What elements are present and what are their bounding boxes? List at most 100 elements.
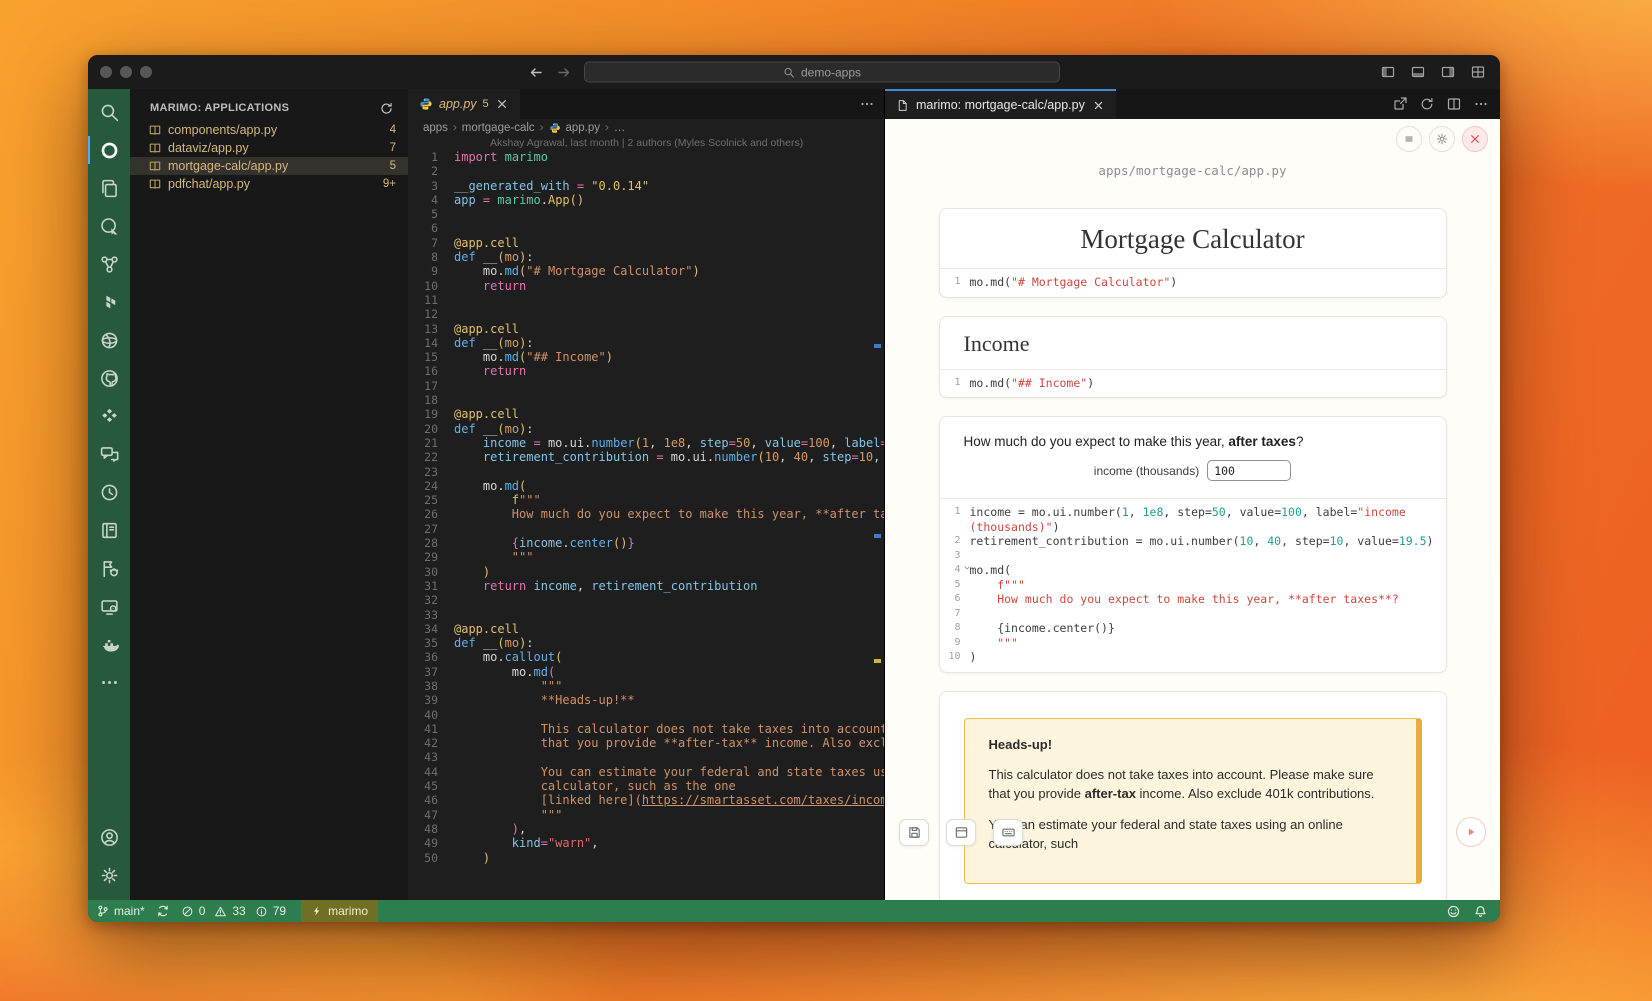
preview-group: marimo: mortgage-calc/app.py [885, 89, 1500, 900]
marimo-ring-icon[interactable] [88, 131, 130, 169]
breadcrumb-separator: › [605, 122, 609, 134]
sync-status[interactable] [156, 904, 170, 918]
problems-status[interactable]: 0 33 79 [181, 904, 290, 918]
notifications-bell-icon[interactable] [1473, 904, 1488, 919]
close-icon[interactable] [1092, 99, 1105, 112]
play-icon [1464, 825, 1478, 839]
sidebar-item-pdfchat-app-py[interactable]: pdfchat/app.py9+ [130, 175, 408, 193]
cell-code[interactable]: 1mo.md("## Income") [940, 369, 1446, 398]
close-window-button[interactable] [100, 66, 112, 78]
forward-arrow-icon[interactable] [556, 64, 572, 80]
code-line: 44 You can estimate your federal and sta… [408, 765, 884, 779]
remote-monitor-icon[interactable] [88, 587, 130, 625]
preview-actions [1392, 89, 1489, 119]
refresh-icon[interactable] [379, 101, 394, 116]
diamonds-icon[interactable] [88, 397, 130, 435]
code-line: 27 [408, 522, 884, 536]
terraform-icon[interactable] [88, 283, 130, 321]
notebook-file-icon [148, 123, 162, 137]
cell-callout: Heads-up! This calculator does not take … [939, 691, 1447, 901]
more-actions-icon[interactable] [859, 96, 875, 112]
sidebar-list: components/app.py4dataviz/app.py7mortgag… [130, 121, 408, 193]
hamburger-menu-icon [1402, 132, 1416, 146]
tab-app-py[interactable]: app.py 5 [408, 89, 520, 119]
run-button[interactable] [1456, 817, 1486, 847]
toggle-sidebar-icon[interactable] [1380, 64, 1396, 80]
org-chart-icon[interactable] [88, 245, 130, 283]
cell-code[interactable]: 1mo.md("# Mortgage Calculator") [940, 268, 1446, 297]
github-icon[interactable] [88, 359, 130, 397]
toggle-panel-icon[interactable] [1410, 64, 1426, 80]
git-branch-status[interactable]: main* [96, 904, 145, 918]
sidebar-item-label: components/app.py [168, 123, 277, 137]
income-number-input[interactable] [1207, 460, 1291, 481]
keyboard-shortcuts-button[interactable] [993, 819, 1023, 846]
menu-button[interactable] [1396, 126, 1422, 152]
search-icon[interactable] [88, 93, 130, 131]
zoom-window-button[interactable] [140, 66, 152, 78]
code-line: 21 income = mo.ui.number(1, 1e8, step=50… [408, 436, 884, 450]
preview-code-line: 1mo.md("## Income") [940, 376, 1434, 391]
breadcrumb-folder[interactable]: mortgage-calc [462, 122, 535, 134]
breadcrumb-apps[interactable]: apps [423, 122, 448, 134]
open-external-icon[interactable] [1392, 96, 1408, 112]
feedback-smiley-icon[interactable] [1446, 904, 1461, 919]
breadcrumb[interactable]: apps › mortgage-calc › app.py › … [408, 119, 884, 136]
customize-layout-icon[interactable] [1470, 64, 1486, 80]
shutdown-button[interactable] [1462, 126, 1488, 152]
marimo-status-chip[interactable]: marimo [301, 900, 378, 922]
income-field-label: income (thousands) [1094, 464, 1199, 478]
code-line: 41 This calculator does not take taxes i… [408, 722, 884, 736]
breadcrumb-symbol[interactable]: … [614, 122, 626, 134]
refresh-icon[interactable] [1419, 96, 1435, 112]
panel-layout-button[interactable] [946, 819, 976, 846]
preview-code-line: 2retirement_contribution = mo.ui.number(… [940, 534, 1434, 549]
copy-files-icon[interactable] [88, 169, 130, 207]
toggle-secondary-sidebar-icon[interactable] [1440, 64, 1456, 80]
code-line: 33 [408, 608, 884, 622]
settings-button[interactable] [1429, 126, 1455, 152]
tab-marimo-preview[interactable]: marimo: mortgage-calc/app.py [885, 89, 1116, 119]
gear-icon[interactable] [88, 856, 130, 894]
docker-icon[interactable] [88, 625, 130, 663]
sidebar-item-components-app-py[interactable]: components/app.py4 [130, 121, 408, 139]
preview-header-buttons [1396, 126, 1488, 152]
comments-icon[interactable] [88, 435, 130, 473]
callout-title: Heads-up! [989, 736, 1392, 755]
more-actions-icon[interactable] [1473, 96, 1489, 112]
warning-icon [214, 905, 227, 918]
notebook-icon[interactable] [88, 511, 130, 549]
code-line: 3__generated_with = "0.0.14" [408, 179, 884, 193]
clock-circle-icon[interactable] [88, 473, 130, 511]
branch-name: main* [114, 904, 145, 918]
code-line: 14def __(mo): [408, 336, 884, 350]
code-line: 31 return income, retirement_contributio… [408, 579, 884, 593]
sidebar-item-dataviz-app-py[interactable]: dataviz/app.py7 [130, 139, 408, 157]
app-file-path: apps/mortgage-calc/app.py [885, 163, 1500, 178]
code-line: 2 [408, 164, 884, 178]
breadcrumb-file[interactable]: app.py [566, 122, 601, 134]
overview-ruler-mark [874, 534, 881, 538]
code-editor[interactable]: 1import marimo23__generated_with = "0.0.… [408, 149, 884, 900]
account-icon[interactable] [88, 818, 130, 856]
more-h-icon[interactable] [88, 663, 130, 701]
sidebar-item-mortgage-calc-app-py[interactable]: mortgage-calc/app.py5 [130, 157, 408, 175]
back-arrow-icon[interactable] [528, 64, 544, 80]
test-flag-icon[interactable] [88, 549, 130, 587]
sidebar-item-label: pdfchat/app.py [168, 177, 250, 191]
cell-code[interactable]: 1income = mo.ui.number(1, 1e8, step=50, … [940, 498, 1446, 672]
preview-code-line: 1income = mo.ui.number(1, 1e8, step=50, … [940, 505, 1434, 520]
minimize-window-button[interactable] [120, 66, 132, 78]
close-icon[interactable] [495, 97, 509, 111]
chevron-down-icon[interactable] [963, 564, 971, 572]
command-center-search[interactable]: demo-apps [584, 62, 1060, 83]
code-line: 6 [408, 221, 884, 235]
cell-income-heading: Income 1mo.md("## Income") [939, 316, 1447, 399]
notebook-cells: Mortgage Calculator 1mo.md("# Mortgage C… [939, 208, 1447, 900]
save-button[interactable] [899, 819, 929, 846]
preview-code-line: 7 [940, 607, 1434, 622]
simple-browser-icon[interactable] [88, 207, 130, 245]
sphere-icon[interactable] [88, 321, 130, 359]
git-blame-annotation: Akshay Agrawal, last month | 2 authors (… [408, 136, 884, 149]
split-editor-icon[interactable] [1446, 96, 1462, 112]
